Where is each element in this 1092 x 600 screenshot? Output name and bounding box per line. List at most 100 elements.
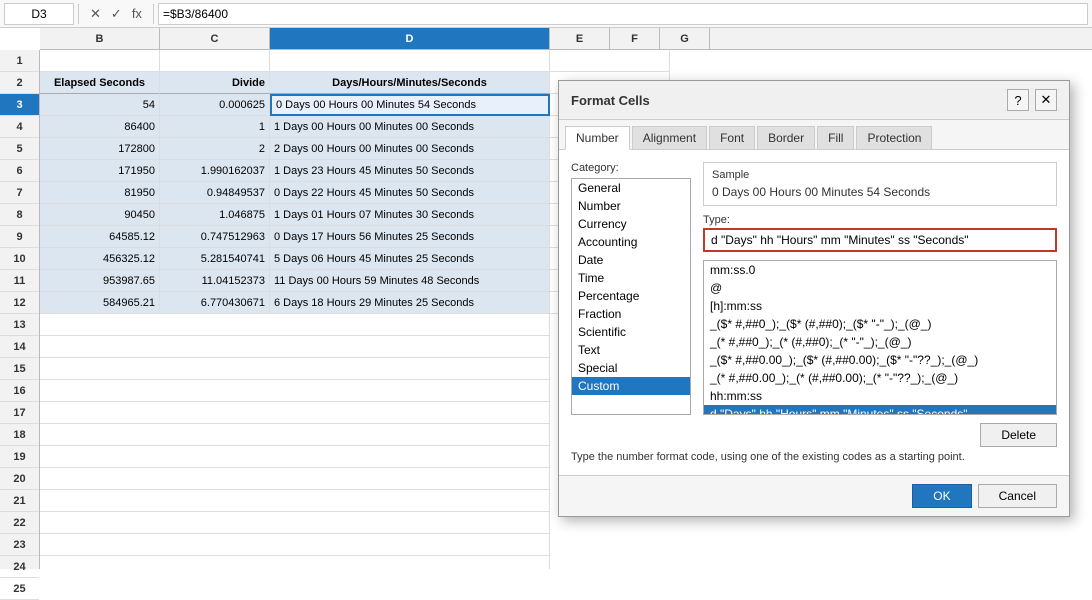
category-time[interactable]: Time — [572, 269, 690, 287]
cell-c10[interactable]: 5.281540741 — [160, 248, 270, 270]
cell-b12[interactable]: 584965.21 — [40, 292, 160, 314]
row-header-2[interactable]: 2 — [0, 72, 39, 94]
row-header-8[interactable]: 8 — [0, 204, 39, 226]
cancel-formula-icon[interactable]: ✕ — [87, 4, 104, 24]
cell-row20[interactable] — [40, 468, 550, 490]
col-header-f[interactable]: F — [610, 28, 660, 49]
cell-c8[interactable]: 1.046875 — [160, 204, 270, 226]
tab-number[interactable]: Number — [565, 126, 630, 150]
row-header-20[interactable]: 20 — [0, 468, 39, 490]
row-header-7[interactable]: 7 — [0, 182, 39, 204]
cell-d9[interactable]: 0 Days 17 Hours 56 Minutes 25 Seconds — [270, 226, 550, 248]
cell-d2[interactable]: Days/Hours/Minutes/Seconds — [270, 72, 550, 94]
cell-b5[interactable]: 172800 — [40, 138, 160, 160]
cell-b4[interactable]: 86400 — [40, 116, 160, 138]
row-header-17[interactable]: 17 — [0, 402, 39, 424]
cell-d10[interactable]: 5 Days 06 Hours 45 Minutes 25 Seconds — [270, 248, 550, 270]
category-number[interactable]: Number — [572, 197, 690, 215]
row-header-10[interactable]: 10 — [0, 248, 39, 270]
category-accounting[interactable]: Accounting — [572, 233, 690, 251]
format-item-at[interactable]: @ — [704, 279, 1056, 297]
col-header-e[interactable]: E — [550, 28, 610, 49]
cell-row23[interactable] — [40, 534, 550, 556]
cell-b11[interactable]: 953987.65 — [40, 270, 160, 292]
format-item-dollar4[interactable]: _(* #,##0.00_);_(* (#,##0.00);_(* "-"??_… — [704, 369, 1056, 387]
cell-d1[interactable] — [270, 50, 550, 72]
cell-d8[interactable]: 1 Days 01 Hours 07 Minutes 30 Seconds — [270, 204, 550, 226]
col-header-b[interactable]: B — [40, 28, 160, 49]
cell-d3[interactable]: 0 Days 00 Hours 00 Minutes 54 Seconds — [270, 94, 550, 116]
cell-c4[interactable]: 1 — [160, 116, 270, 138]
cell-d5[interactable]: 2 Days 00 Hours 00 Minutes 00 Seconds — [270, 138, 550, 160]
fx-icon[interactable]: fx — [129, 4, 145, 24]
format-item-mmss0[interactable]: mm:ss.0 — [704, 261, 1056, 279]
cell-c2[interactable]: Divide — [160, 72, 270, 94]
row-header-22[interactable]: 22 — [0, 512, 39, 534]
tab-border[interactable]: Border — [757, 126, 815, 149]
col-header-c[interactable]: C — [160, 28, 270, 49]
cell-b1[interactable] — [40, 50, 160, 72]
row-header-13[interactable]: 13 — [0, 314, 39, 336]
row-header-19[interactable]: 19 — [0, 446, 39, 468]
cell-c9[interactable]: 0.747512963 — [160, 226, 270, 248]
tab-fill[interactable]: Fill — [817, 126, 854, 149]
cell-row22[interactable] — [40, 512, 550, 534]
dialog-close-button[interactable]: ✕ — [1035, 89, 1057, 111]
cell-row17[interactable] — [40, 402, 550, 424]
row-header-21[interactable]: 21 — [0, 490, 39, 512]
row-header-11[interactable]: 11 — [0, 270, 39, 292]
cell-c6[interactable]: 1.990162037 — [160, 160, 270, 182]
ok-button[interactable]: OK — [912, 484, 971, 508]
cell-d7[interactable]: 0 Days 22 Hours 45 Minutes 50 Seconds — [270, 182, 550, 204]
cell-b10[interactable]: 456325.12 — [40, 248, 160, 270]
cell-row24[interactable] — [40, 556, 550, 569]
format-item-days-hours[interactable]: d "Days" hh "Hours" mm "Minutes" ss "Sec… — [704, 405, 1056, 415]
cell-ref-input[interactable] — [4, 3, 74, 25]
format-list-container[interactable]: mm:ss.0 @ [h]:mm:ss _($* #,##0_);_($* (#… — [703, 260, 1057, 415]
confirm-formula-icon[interactable]: ✓ — [108, 4, 125, 24]
cell-c11[interactable]: 11.04152373 — [160, 270, 270, 292]
row-header-16[interactable]: 16 — [0, 380, 39, 402]
format-item-hhmmss[interactable]: hh:mm:ss — [704, 387, 1056, 405]
cell-d6[interactable]: 1 Days 23 Hours 45 Minutes 50 Seconds — [270, 160, 550, 182]
dialog-help-button[interactable]: ? — [1007, 89, 1029, 111]
cell-c12[interactable]: 6.770430671 — [160, 292, 270, 314]
cell-c1[interactable] — [160, 50, 270, 72]
format-item-dollar1[interactable]: _($* #,##0_);_($* (#,##0);_($* "-"_);_(@… — [704, 315, 1056, 333]
cell-b7[interactable]: 81950 — [40, 182, 160, 204]
cell-d11[interactable]: 11 Days 00 Hours 59 Minutes 48 Seconds — [270, 270, 550, 292]
format-item-dollar2[interactable]: _(* #,##0_);_(* (#,##0);_(* "-"_);_(@_) — [704, 333, 1056, 351]
category-currency[interactable]: Currency — [572, 215, 690, 233]
cell-row15[interactable] — [40, 358, 550, 380]
category-scientific[interactable]: Scientific — [572, 323, 690, 341]
row-header-9[interactable]: 9 — [0, 226, 39, 248]
cell-b6[interactable]: 171950 — [40, 160, 160, 182]
cell-c5[interactable]: 2 — [160, 138, 270, 160]
cell-row19[interactable] — [40, 446, 550, 468]
type-input[interactable] — [703, 228, 1057, 252]
tab-font[interactable]: Font — [709, 126, 755, 149]
formula-input[interactable] — [158, 3, 1088, 25]
format-item-dollar3[interactable]: _($* #,##0.00_);_($* (#,##0.00);_($* "-"… — [704, 351, 1056, 369]
row-header-4[interactable]: 4 — [0, 116, 39, 138]
cell-row16[interactable] — [40, 380, 550, 402]
row-header-12[interactable]: 12 — [0, 292, 39, 314]
cell-b8[interactable]: 90450 — [40, 204, 160, 226]
cell-c3[interactable]: 0.000625 — [160, 94, 270, 116]
row-header-15[interactable]: 15 — [0, 358, 39, 380]
col-header-g[interactable]: G — [660, 28, 710, 49]
cell-row13[interactable] — [40, 314, 550, 336]
cell-b2[interactable]: Elapsed Seconds — [40, 72, 160, 94]
row-header-3[interactable]: 3 — [0, 94, 39, 116]
cell-c7[interactable]: 0.94849537 — [160, 182, 270, 204]
category-text[interactable]: Text — [572, 341, 690, 359]
cell-d4[interactable]: 1 Days 00 Hours 00 Minutes 00 Seconds — [270, 116, 550, 138]
category-general[interactable]: General — [572, 179, 690, 197]
row-header-18[interactable]: 18 — [0, 424, 39, 446]
category-special[interactable]: Special — [572, 359, 690, 377]
cell-e1[interactable] — [550, 50, 670, 72]
delete-button[interactable]: Delete — [980, 423, 1057, 447]
tab-alignment[interactable]: Alignment — [632, 126, 707, 149]
cell-row14[interactable] — [40, 336, 550, 358]
format-item-hmmss[interactable]: [h]:mm:ss — [704, 297, 1056, 315]
